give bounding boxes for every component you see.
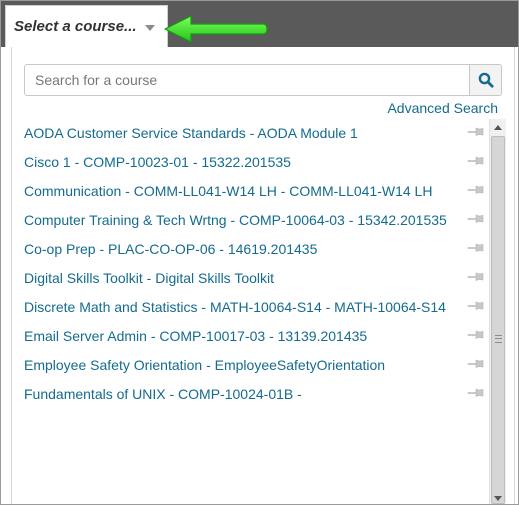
course-list-item: Fundamentals of UNIX - COMP-10024-01B - <box>12 380 487 409</box>
pin-icon[interactable] <box>467 271 487 283</box>
course-list-item: Email Server Admin - COMP-10017-03 - 131… <box>12 322 487 351</box>
course-list-item: Co-op Prep - PLAC-CO-OP-06 - 14619.20143… <box>12 235 487 264</box>
course-list-item: AODA Customer Service Standards - AODA M… <box>12 119 487 148</box>
course-list-item: Discrete Math and Statistics - MATH-1006… <box>12 293 487 322</box>
course-search-input[interactable] <box>25 65 469 95</box>
course-link[interactable]: Employee Safety Orientation - EmployeeSa… <box>24 355 385 375</box>
course-selector-button[interactable]: Select a course... <box>5 5 168 47</box>
course-link[interactable]: Co-op Prep - PLAC-CO-OP-06 - 14619.20143… <box>24 239 317 259</box>
pin-icon[interactable] <box>467 126 487 138</box>
advanced-search-link[interactable]: Advanced Search <box>387 100 498 116</box>
scroll-up-arrow[interactable] <box>490 119 506 135</box>
course-search-box <box>24 64 502 96</box>
pin-icon[interactable] <box>467 184 487 196</box>
grip-icon <box>495 335 502 343</box>
course-link[interactable]: Fundamentals of UNIX - COMP-10024-01B - <box>24 384 302 404</box>
search-icon <box>478 72 494 88</box>
pin-icon[interactable] <box>467 242 487 254</box>
scroll-down-arrow[interactable] <box>490 490 506 504</box>
course-list-scrollbar[interactable] <box>489 119 506 504</box>
course-list-item: Communication - COMM-LL041-W14 LH - COMM… <box>12 177 487 206</box>
course-list-item: Computer Training & Tech Wrtng - COMP-10… <box>12 206 487 235</box>
scrollbar-thumb[interactable] <box>491 136 505 504</box>
search-button[interactable] <box>469 65 501 95</box>
pin-icon[interactable] <box>467 329 487 341</box>
course-list-item: Employee Safety Orientation - EmployeeSa… <box>12 351 487 380</box>
course-link[interactable]: Discrete Math and Statistics - MATH-1006… <box>24 297 446 317</box>
course-selector-window: Select a course... Advanced Search AODA … <box>0 0 519 505</box>
course-list-item: Cisco 1 - COMP-10023-01 - 15322.201535 <box>12 148 487 177</box>
course-link[interactable]: Cisco 1 - COMP-10023-01 - 15322.201535 <box>24 152 291 172</box>
course-selector-label: Select a course... <box>14 18 137 35</box>
course-list-item: Digital Skills Toolkit - Digital Skills … <box>12 264 487 293</box>
pin-icon[interactable] <box>467 213 487 225</box>
caret-down-icon <box>144 24 155 31</box>
pin-icon[interactable] <box>467 155 487 167</box>
pin-icon[interactable] <box>467 387 487 399</box>
course-list: AODA Customer Service Standards - AODA M… <box>12 119 487 504</box>
course-link[interactable]: AODA Customer Service Standards - AODA M… <box>24 123 358 143</box>
course-link[interactable]: Computer Training & Tech Wrtng - COMP-10… <box>24 210 447 230</box>
pin-icon[interactable] <box>467 300 487 312</box>
course-link[interactable]: Communication - COMM-LL041-W14 LH - COMM… <box>24 181 432 201</box>
pin-icon[interactable] <box>467 358 487 370</box>
course-link[interactable]: Digital Skills Toolkit - Digital Skills … <box>24 268 274 288</box>
course-link[interactable]: Email Server Admin - COMP-10017-03 - 131… <box>24 326 367 346</box>
course-dropdown-panel: Advanced Search AODA Customer Service St… <box>11 47 515 504</box>
arrow-left-icon <box>164 15 268 43</box>
